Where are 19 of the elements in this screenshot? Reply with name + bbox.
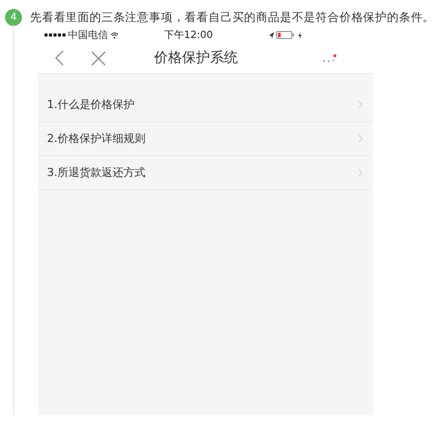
page-title: 价格保护系统 (154, 49, 239, 67)
close-icon[interactable] (91, 50, 106, 66)
wifi-icon (110, 32, 119, 38)
step-instruction: 先看看里面的三条注意事项，看看自己买的商品是不是符合价格保护的条件。 (30, 10, 435, 24)
chevron-icon (358, 168, 363, 177)
charging-icon (298, 32, 302, 38)
battery-icon (276, 31, 296, 39)
back-icon[interactable] (54, 50, 65, 66)
location-icon (269, 32, 274, 38)
menu-item[interactable]: 1.什么是价格保护 (38, 88, 373, 122)
menu-item[interactable]: 2.价格保护详细规则 (38, 122, 373, 156)
signal-icon (44, 33, 66, 37)
more-icon[interactable] (322, 54, 337, 62)
chevron-icon (358, 134, 363, 143)
status-time: 下午12:00 (164, 29, 214, 42)
chevron-icon (358, 100, 363, 109)
carrier-name: 中国电信 (68, 28, 108, 42)
menu-item[interactable]: 3.所退货款返还方式 (38, 156, 373, 190)
step-number-badge: 4 (5, 8, 22, 26)
